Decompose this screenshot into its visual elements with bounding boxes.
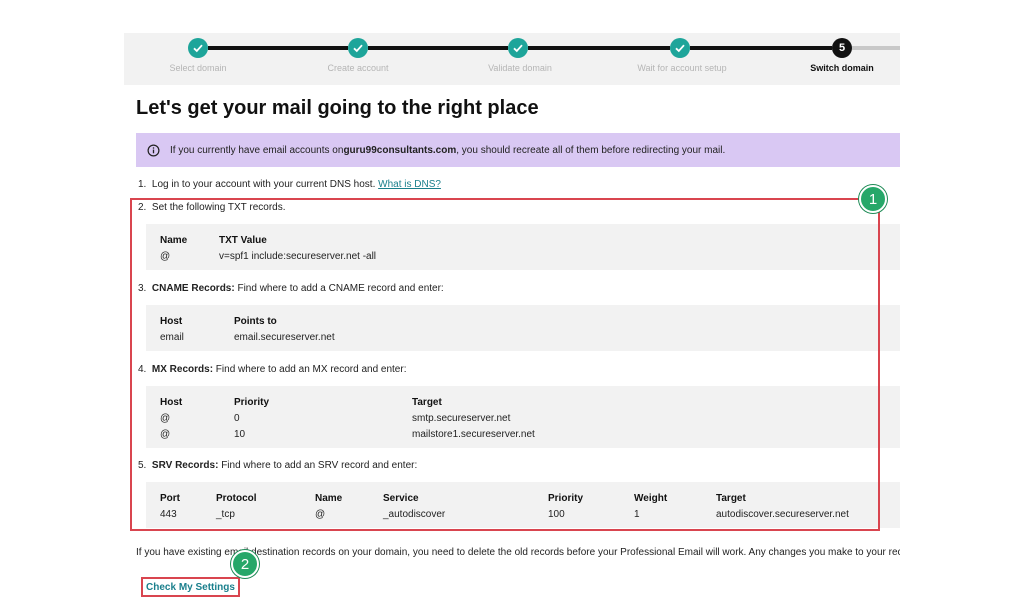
step-1-done: [188, 38, 208, 58]
table-header: Host: [160, 397, 183, 408]
step-2-done: [348, 38, 368, 58]
step-5: 5. SRV Records: Find where to add an SRV…: [138, 460, 417, 471]
check-icon: [353, 44, 363, 53]
step-connector: [368, 46, 508, 50]
table-cell: 0: [234, 413, 240, 424]
table-header: Host: [160, 316, 183, 327]
table-header: Priority: [234, 397, 270, 408]
info-banner: If you currently have email accounts on …: [136, 133, 900, 167]
step-connector-pending: [852, 46, 900, 50]
annotation-badge-2: 2: [231, 550, 259, 578]
table-cell: autodiscover.secureserver.net: [716, 509, 849, 520]
step-label: Validate domain: [488, 63, 552, 73]
step-connector: [208, 46, 348, 50]
table-cell: _autodiscover: [383, 509, 446, 520]
banner-prefix: If you currently have email accounts on: [170, 144, 344, 156]
table-header: Protocol: [216, 493, 257, 504]
table-cell: @: [160, 413, 171, 424]
progress-stepper: 5 Select domain Create account Validate …: [124, 33, 900, 85]
banner-suffix: , you should recreate all of them before…: [456, 144, 726, 156]
step-number: 2.: [138, 202, 147, 213]
check-icon: [675, 44, 685, 53]
table-cell: email: [160, 332, 184, 343]
step-number: 4.: [138, 364, 147, 375]
step-number: 5.: [138, 460, 147, 471]
info-icon: [147, 144, 160, 156]
table-header: Name: [315, 493, 343, 504]
table-cell: v=spf1 include:secureserver.net -all: [219, 251, 377, 262]
step-number: 3.: [138, 283, 147, 294]
table-header: Service: [383, 493, 419, 504]
step-4-text: Find where to add an MX record and enter…: [213, 364, 407, 375]
step-5-title: SRV Records:: [151, 460, 219, 471]
table-header: Weight: [634, 493, 668, 504]
table-header: Points to: [234, 316, 277, 327]
table-header: TXT Value: [219, 235, 267, 246]
table-header: Target: [412, 397, 442, 408]
table-header: Port: [160, 493, 180, 504]
what-is-dns-link[interactable]: What is DNS?: [378, 179, 441, 190]
table-cell: @: [160, 251, 171, 262]
step-5-text: Find where to add an SRV record and ente…: [218, 460, 418, 471]
step-connector: [528, 46, 670, 50]
table-cell: @: [160, 429, 171, 440]
srv-records-table: Port Protocol Name Service Priority Weig…: [146, 482, 900, 528]
table-cell: 100: [548, 509, 565, 520]
step-label: Wait for account setup: [637, 63, 727, 73]
table-cell: email.secureserver.net: [234, 332, 335, 343]
step-4-done: [670, 38, 690, 58]
page-title: Let's get your mail going to the right p…: [136, 97, 539, 119]
step-label: Create account: [327, 63, 389, 73]
table-cell: @: [315, 509, 326, 520]
step-label: Select domain: [169, 63, 227, 73]
step-number: 1.: [138, 179, 147, 190]
step-3-done: [508, 38, 528, 58]
check-my-settings-button[interactable]: Check My Settings: [141, 577, 240, 597]
annotation-badge-1: 1: [859, 185, 887, 213]
step-3-title: CNAME Records:: [151, 283, 235, 294]
step-5-current: 5: [832, 38, 852, 58]
check-icon: [513, 44, 523, 53]
table-cell: smtp.secureserver.net: [412, 413, 511, 424]
step-3-text: Find where to add a CNAME record and ent…: [234, 283, 444, 294]
step-2: 2. Set the following TXT records.: [138, 202, 286, 213]
table-cell: 1: [634, 509, 640, 520]
step-connector: [690, 46, 832, 50]
step-4-title: MX Records:: [151, 364, 214, 375]
table-cell: 10: [234, 429, 246, 440]
step-1: 1. Log in to your account with your curr…: [138, 179, 441, 190]
cname-records-table: Host Points to email email.secureserver.…: [146, 305, 900, 351]
table-header: Priority: [548, 493, 584, 504]
step-3: 3. CNAME Records: Find where to add a CN…: [138, 283, 444, 294]
step-4: 4. MX Records: Find where to add an MX r…: [138, 364, 406, 375]
step-1-text: Log in to your account with your current…: [151, 179, 379, 190]
check-icon: [193, 44, 203, 53]
table-cell: _tcp: [216, 509, 235, 520]
banner-domain: guru99consultants.com: [343, 144, 457, 156]
table-header: Target: [716, 493, 746, 504]
step-2-text: Set the following TXT records.: [151, 202, 286, 213]
txt-records-table: Name TXT Value @ v=spf1 include:securese…: [146, 224, 900, 270]
mx-records-table: Host Priority Target @ 0 smtp.secureserv…: [146, 386, 900, 448]
step-label-current: Switch domain: [810, 63, 874, 73]
table-cell: 443: [160, 509, 177, 520]
table-header: Name: [160, 235, 188, 246]
table-cell: mailstore1.secureserver.net: [412, 429, 535, 440]
